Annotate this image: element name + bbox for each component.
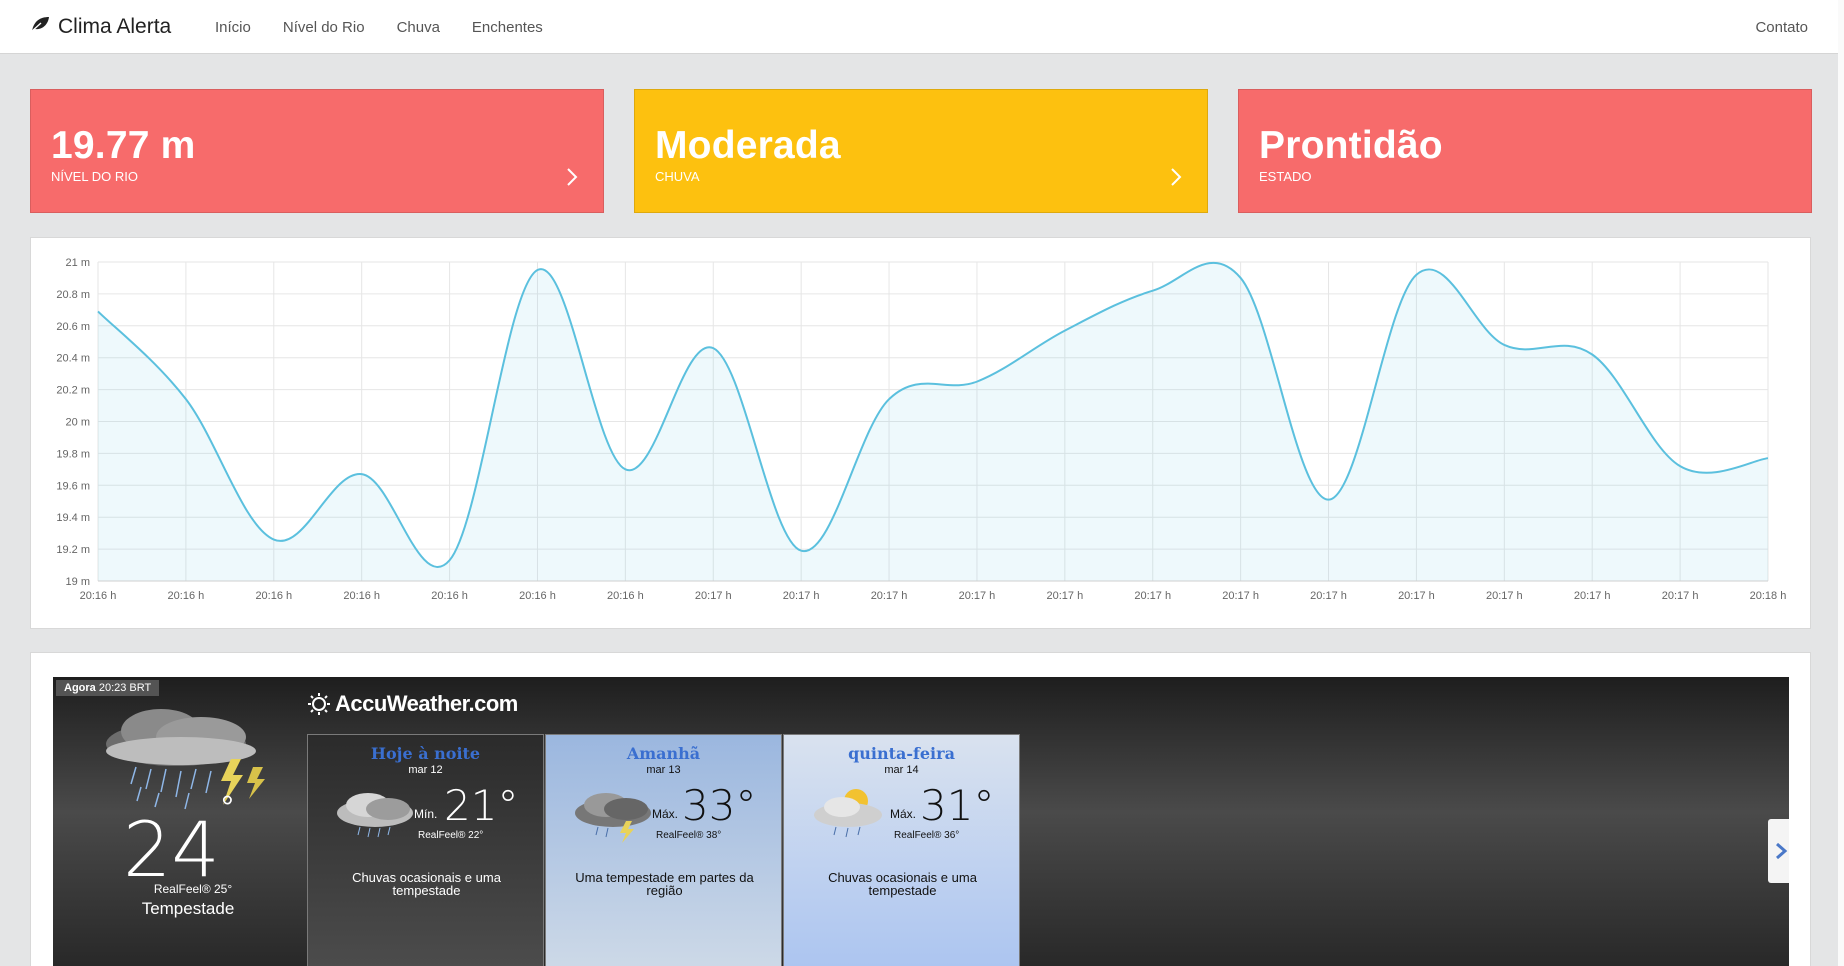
card-value: Prontidão <box>1259 124 1443 167</box>
forecast-desc: Uma tempestade em partes da região <box>575 870 754 898</box>
chevron-right-icon <box>1775 842 1787 860</box>
forecast-day: quinta-feira <box>848 744 955 763</box>
rain-card[interactable]: Moderada Chuva <box>634 89 1208 213</box>
card-label: Chuva <box>655 169 700 184</box>
nav-link-enchentes[interactable]: Enchentes <box>472 19 543 36</box>
x-tick-label: 20:17 h <box>1486 590 1523 602</box>
forecast-desc: Chuvas ocasionais e uma tempestade <box>352 870 501 898</box>
y-tick-label: 19.8 m <box>56 448 90 460</box>
river-level-card[interactable]: 19.77 m Nível do Rio <box>30 89 604 213</box>
thunderstorm-icon <box>106 709 265 810</box>
forecast-realfeel: RealFeel® 36° <box>894 830 960 841</box>
page-scrollbar[interactable] <box>1838 0 1844 966</box>
card-value: Moderada <box>655 124 841 167</box>
forecast-temp: 33° <box>682 781 757 830</box>
current-condition: Tempestade <box>141 899 235 918</box>
forecast-date: mar 14 <box>884 764 919 776</box>
status-card: Prontidão Estado <box>1238 89 1812 213</box>
x-tick-label: 20:17 h <box>1398 590 1435 602</box>
x-tick-label: 20:18 h <box>1750 590 1787 602</box>
nav-link-nivel-do-rio[interactable]: Nível do Rio <box>283 19 365 36</box>
y-tick-label: 19.4 m <box>56 512 90 524</box>
forecast-date: mar 12 <box>408 764 443 776</box>
y-tick-label: 20.2 m <box>56 385 90 397</box>
x-tick-label: 20:16 h <box>168 590 205 602</box>
cloudy-rain-icon <box>337 793 413 838</box>
y-tick-label: 19.6 m <box>56 480 90 492</box>
forecast-card-tomorrow[interactable]: Amanhã mar 13 Máx. 33° RealFeel® 38° Uma… <box>545 734 782 966</box>
forecast-minmax: Máx. <box>890 807 917 821</box>
sun-cloud-rain-icon <box>814 789 882 838</box>
x-tick-label: 20:17 h <box>1222 590 1259 602</box>
forecast-realfeel: RealFeel® 22° <box>418 830 484 841</box>
river-level-chart: 19 m 19.2 m 19.4 m 19.6 m 19.8 m 20 m 20.2 m 20… <box>56 257 1787 602</box>
logo-text: AccuWeather.com <box>335 691 518 716</box>
x-tick-label: 20:17 h <box>783 590 820 602</box>
thunderstorm-icon <box>575 793 651 843</box>
y-tick-label: 20.4 m <box>56 353 90 365</box>
weather-panel: Agora 20:23 BRT 24 ° RealFeel® 25° Tempe… <box>30 652 1811 966</box>
x-tick-label: 20:16 h <box>431 590 468 602</box>
forecast-day: Hoje à noite <box>370 744 481 763</box>
y-tick-label: 21 m <box>66 257 90 269</box>
forecast-day: Amanhã <box>626 744 701 763</box>
forecast-date: mar 13 <box>646 764 681 776</box>
nav-link-inicio[interactable]: Início <box>215 19 251 36</box>
brand-name: Clima Alerta <box>58 15 172 38</box>
x-tick-label: 20:16 h <box>607 590 644 602</box>
nav-link-chuva[interactable]: Chuva <box>397 19 440 36</box>
accuweather-widget: Agora 20:23 BRT 24 ° RealFeel® 25° Tempe… <box>53 677 1789 966</box>
x-tick-label: 20:16 h <box>80 590 117 602</box>
x-tick-label: 20:16 h <box>519 590 556 602</box>
brand-link[interactable]: Clima Alerta <box>30 15 171 39</box>
forecast-minmax: Mín. <box>414 807 438 821</box>
x-tick-label: 20:16 h <box>255 590 292 602</box>
x-tick-label: 20:17 h <box>871 590 908 602</box>
forecast-card-thursday[interactable]: quinta-feira mar 14 Máx. 31° RealFeel® 3… <box>783 734 1020 966</box>
forecast-desc: Chuvas ocasionais e uma tempestade <box>828 870 977 898</box>
chevron-right-icon[interactable] <box>1165 166 1187 188</box>
nav-link-contato[interactable]: Contato <box>1755 19 1808 36</box>
x-tick-label: 20:16 h <box>343 590 380 602</box>
x-tick-label: 20:17 h <box>1046 590 1083 602</box>
degree-symbol: ° <box>221 789 234 825</box>
x-tick-label: 20:17 h <box>1134 590 1171 602</box>
x-tick-label: 20:17 h <box>1574 590 1611 602</box>
card-label: Estado <box>1259 169 1312 184</box>
current-realfeel: RealFeel® 25° <box>153 882 233 896</box>
forecast-realfeel: RealFeel® 38° <box>656 830 722 841</box>
forecast-temp: 21° <box>444 781 519 830</box>
current-temperature: 24 <box>123 805 220 894</box>
forecast-minmax: Máx. <box>652 807 679 821</box>
y-tick-label: 20 m <box>66 417 90 429</box>
chevron-right-icon[interactable] <box>561 166 583 188</box>
x-tick-label: 20:17 h <box>959 590 996 602</box>
river-level-chart-panel: 19 m 19.2 m 19.4 m 19.6 m 19.8 m 20 m 20.2 m 20… <box>30 237 1811 629</box>
y-tick-label: 20.8 m <box>56 289 90 301</box>
x-tick-label: 20:17 h <box>695 590 732 602</box>
y-tick-label: 19 m <box>66 576 90 588</box>
y-tick-label: 19.2 m <box>56 544 90 556</box>
card-label: Nível do Rio <box>51 169 138 184</box>
x-tick-label: 20:17 h <box>1662 590 1699 602</box>
accuweather-logo[interactable]: AccuWeather.com <box>307 691 518 717</box>
top-navbar: Clima Alerta Início Nível do Rio Chuva E… <box>0 0 1844 54</box>
forecast-card-tonight[interactable]: Hoje à noite mar 12 Mín. 21° RealFeel® 2… <box>307 734 544 966</box>
card-value: 19.77 m <box>51 124 196 167</box>
forecast-next-button[interactable] <box>1768 819 1789 883</box>
leaf-icon <box>30 15 50 39</box>
y-tick-label: 20.6 m <box>56 321 90 333</box>
sun-icon <box>308 693 330 715</box>
forecast-temp: 31° <box>920 781 995 830</box>
x-tick-label: 20:17 h <box>1310 590 1347 602</box>
